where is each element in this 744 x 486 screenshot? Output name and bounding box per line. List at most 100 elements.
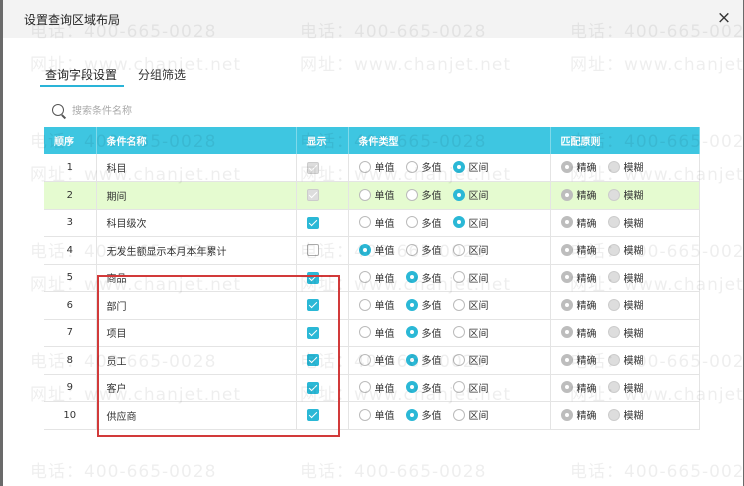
condition-type-radio[interactable]: 多值 <box>405 215 442 230</box>
show-checkbox[interactable] <box>306 354 319 367</box>
row-condition-name: 期间 <box>96 181 297 210</box>
condition-type-radio[interactable]: 单值 <box>358 380 395 395</box>
condition-type-radio[interactable]: 单值 <box>358 270 395 285</box>
radio-label: 区间 <box>468 273 489 285</box>
condition-type-radio[interactable]: 区间 <box>452 215 489 230</box>
table-row: 8 员工 单值 多值 区间 精确 模糊 <box>44 346 700 375</box>
condition-type-radio-group: 单值 多值 区间 <box>358 242 500 257</box>
condition-type-radio-group: 单值 多值 区间 <box>358 325 500 340</box>
radio-dot <box>452 243 465 256</box>
match-rule-radio: 模糊 <box>607 242 644 257</box>
table-row: 4 无发生额显示本月本年累计 单值 多值 区间 精确 模糊 <box>44 236 700 265</box>
condition-type-radio[interactable]: 单值 <box>358 215 395 230</box>
row-seq: 3 <box>44 209 97 237</box>
radio-dot <box>452 326 465 338</box>
radio-label: 区间 <box>468 383 489 395</box>
condition-type-radio[interactable]: 区间 <box>452 407 489 422</box>
row-seq: 6 <box>44 291 97 320</box>
row-show-cell <box>296 401 349 430</box>
table-row: 3 科目级次 单值 多值 区间 精确 模糊 <box>44 209 700 237</box>
radio-label: 精确 <box>576 246 597 257</box>
radio-label: 多值 <box>421 328 442 340</box>
radio-dot <box>358 298 371 311</box>
row-show-cell <box>296 346 349 375</box>
condition-type-radio[interactable]: 多值 <box>405 325 442 340</box>
condition-type-radio[interactable]: 多值 <box>405 187 442 202</box>
table-row: 10 供应商 单值 多值 区间 精确 模糊 <box>44 401 700 430</box>
condition-type-radio[interactable]: 单值 <box>358 187 395 202</box>
match-rule-radio: 模糊 <box>607 270 644 285</box>
show-checkbox[interactable] <box>306 244 319 257</box>
row-match-cell: 精确 模糊 <box>550 319 700 347</box>
match-rule-radio: 精确 <box>560 242 597 257</box>
condition-type-radio[interactable]: 多值 <box>405 242 442 257</box>
match-rule-radio: 模糊 <box>607 380 644 395</box>
match-rule-radio: 精确 <box>560 297 597 312</box>
radio-label: 模糊 <box>623 273 644 285</box>
radio-label: 精确 <box>576 273 597 285</box>
condition-type-radio[interactable]: 区间 <box>452 159 489 174</box>
condition-type-radio[interactable]: 区间 <box>452 297 489 312</box>
radio-label: 多值 <box>421 356 442 367</box>
condition-type-radio[interactable]: 多值 <box>405 159 442 174</box>
condition-type-radio[interactable]: 单值 <box>358 352 395 367</box>
condition-type-radio[interactable]: 区间 <box>452 187 489 202</box>
radio-dot <box>607 298 620 311</box>
row-show-cell <box>296 264 349 292</box>
row-condition-name: 客户 <box>96 374 297 402</box>
radio-label: 多值 <box>421 218 442 230</box>
show-checkbox[interactable] <box>306 381 319 394</box>
condition-type-radio[interactable]: 区间 <box>452 352 489 367</box>
condition-type-radio[interactable]: 区间 <box>452 325 489 340</box>
radio-dot <box>560 160 573 173</box>
condition-type-radio[interactable]: 区间 <box>452 380 489 395</box>
dialog-titlebar: 设置查询区域布局 × <box>3 0 743 38</box>
condition-type-radio[interactable]: 多值 <box>405 352 442 367</box>
condition-type-radio[interactable]: 区间 <box>452 270 489 285</box>
show-checkbox[interactable] <box>306 299 319 312</box>
radio-label: 模糊 <box>623 218 644 230</box>
condition-type-radio[interactable]: 单值 <box>358 407 395 422</box>
match-rule-radio: 模糊 <box>607 187 644 202</box>
radio-dot <box>405 381 418 393</box>
radio-label: 模糊 <box>623 411 644 422</box>
radio-dot <box>405 188 418 201</box>
dialog: 设置查询区域布局 × 查询字段设置 分组筛选 顺序 条件名称 显示 条件类型 匹… <box>3 0 743 486</box>
radio-dot <box>452 381 465 393</box>
search-input[interactable] <box>70 101 240 121</box>
radio-dot <box>358 353 371 366</box>
condition-type-radio-group: 单值 多值 区间 <box>358 187 500 202</box>
header-match: 匹配原则 <box>550 127 700 154</box>
row-match-cell: 精确 模糊 <box>550 346 700 375</box>
radio-label: 模糊 <box>623 328 644 340</box>
show-checkbox[interactable] <box>306 271 319 284</box>
condition-type-radio[interactable]: 单值 <box>358 159 395 174</box>
row-condition-name: 供应商 <box>96 401 297 430</box>
condition-type-radio-group: 单值 多值 区间 <box>358 380 500 395</box>
show-checkbox[interactable] <box>306 409 319 422</box>
show-checkbox[interactable] <box>306 216 319 229</box>
condition-type-radio[interactable]: 单值 <box>358 242 395 257</box>
condition-type-radio[interactable]: 多值 <box>405 297 442 312</box>
row-condition-name: 科目 <box>96 154 297 182</box>
condition-type-radio[interactable]: 区间 <box>452 242 489 257</box>
tab-query-fields[interactable]: 查询字段设置 <box>45 66 117 83</box>
tab-group-filter[interactable]: 分组筛选 <box>138 66 186 83</box>
condition-type-radio[interactable]: 单值 <box>358 325 395 340</box>
radio-label: 单值 <box>374 273 395 285</box>
condition-type-radio[interactable]: 多值 <box>405 270 442 285</box>
radio-label: 区间 <box>468 218 489 230</box>
match-rule-radio: 精确 <box>560 325 597 340</box>
close-icon[interactable]: × <box>715 9 733 27</box>
radio-dot <box>452 298 465 311</box>
header-name: 条件名称 <box>96 127 297 154</box>
row-condition-name: 无发生额显示本月本年累计 <box>96 236 297 265</box>
row-show-cell <box>296 154 349 182</box>
show-checkbox[interactable] <box>306 326 319 339</box>
radio-label: 模糊 <box>623 246 644 257</box>
radio-dot <box>560 298 573 311</box>
condition-type-radio[interactable]: 单值 <box>358 297 395 312</box>
condition-type-radio[interactable]: 多值 <box>405 380 442 395</box>
row-seq: 8 <box>44 346 97 375</box>
condition-type-radio[interactable]: 多值 <box>405 407 442 422</box>
